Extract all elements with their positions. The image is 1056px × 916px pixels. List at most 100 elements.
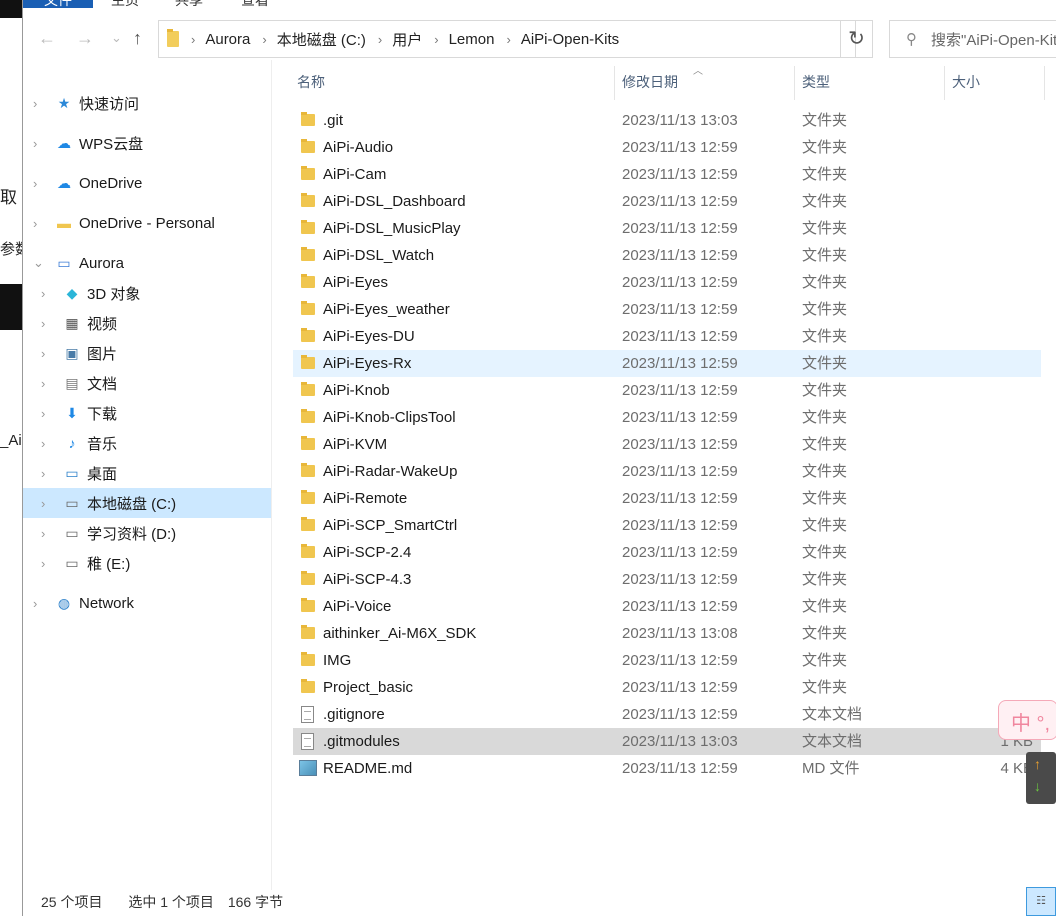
upload-arrow-icon: ↑: [1034, 756, 1041, 772]
breadcrumb-users[interactable]: 用户: [392, 29, 422, 50]
chevron-right-icon[interactable]: ›: [41, 346, 45, 361]
chevron-right-icon[interactable]: ›: [41, 496, 45, 511]
file-type: 文件夹: [802, 139, 848, 156]
sidebar-item[interactable]: › ▭ 桌面: [23, 458, 271, 488]
file-row[interactable]: AiPi-Audio 2023/11/13 12:59 文件夹: [293, 134, 1041, 161]
sidebar-item[interactable]: › ▣ 图片: [23, 338, 271, 368]
chevron-right-icon[interactable]: ›: [33, 216, 37, 231]
chevron-down-icon[interactable]: ⌄: [33, 255, 44, 271]
file-row[interactable]: AiPi-Remote 2023/11/13 12:59 文件夹: [293, 485, 1041, 512]
sidebar-item[interactable]: › ◆ 3D 对象: [23, 278, 271, 308]
breadcrumb-aurora[interactable]: Aurora: [205, 31, 250, 48]
sidebar-item[interactable]: › ▦ 视频: [23, 308, 271, 338]
ime-indicator[interactable]: 中 °,: [998, 700, 1056, 740]
file-date: 2023/11/13 12:59: [622, 436, 738, 453]
file-row[interactable]: .git 2023/11/13 13:03 文件夹: [293, 107, 1041, 134]
file-type: 文件夹: [802, 571, 848, 588]
chevron-right-icon[interactable]: ›: [41, 316, 45, 331]
sidebar-item[interactable]: › ▭ 学习资料 (D:): [23, 518, 271, 548]
file-row[interactable]: AiPi-DSL_Dashboard 2023/11/13 12:59 文件夹: [293, 188, 1041, 215]
sidebar-item-label: 3D 对象: [87, 285, 141, 303]
sidebar-item[interactable]: › ▭ 本地磁盘 (C:): [23, 488, 271, 518]
file-date: 2023/11/13 12:59: [622, 193, 738, 210]
file-row[interactable]: AiPi-DSL_MusicPlay 2023/11/13 12:59 文件夹: [293, 215, 1041, 242]
chevron-right-icon[interactable]: ›: [41, 466, 45, 481]
sidebar-item[interactable]: › ★ 快速访问: [23, 88, 271, 118]
file-row[interactable]: AiPi-SCP-4.3 2023/11/13 12:59 文件夹: [293, 566, 1041, 593]
file-date: 2023/11/13 12:59: [622, 328, 738, 345]
folder-icon: [301, 274, 315, 288]
file-row[interactable]: AiPi-DSL_Watch 2023/11/13 12:59 文件夹: [293, 242, 1041, 269]
file-row[interactable]: AiPi-KVM 2023/11/13 12:59 文件夹: [293, 431, 1041, 458]
file-row[interactable]: aithinker_Ai-M6X_SDK 2023/11/13 13:08 文件…: [293, 620, 1041, 647]
file-type: 文件夹: [802, 328, 848, 345]
file-row[interactable]: AiPi-Knob 2023/11/13 12:59 文件夹: [293, 377, 1041, 404]
details-view-icon[interactable]: ☷: [1026, 887, 1056, 916]
file-row[interactable]: AiPi-Eyes_weather 2023/11/13 12:59 文件夹: [293, 296, 1041, 323]
chevron-right-icon[interactable]: ›: [41, 556, 45, 571]
sidebar-item-label: 稚 (E:): [87, 555, 131, 573]
file-row[interactable]: AiPi-Radar-WakeUp 2023/11/13 12:59 文件夹: [293, 458, 1041, 485]
breadcrumb-lemon[interactable]: Lemon: [449, 31, 495, 48]
chevron-right-icon[interactable]: ›: [33, 596, 37, 611]
tab-view[interactable]: 查看: [241, 0, 269, 8]
text-file-icon: [301, 706, 314, 723]
file-row[interactable]: AiPi-Eyes 2023/11/13 12:59 文件夹: [293, 269, 1041, 296]
file-name: .gitmodules: [323, 733, 400, 750]
sidebar-item[interactable]: › ☁ WPS云盘: [23, 128, 271, 158]
column-header-size[interactable]: 大小: [945, 66, 1045, 100]
sidebar-item[interactable]: › ◍ Network: [23, 588, 271, 618]
file-row[interactable]: AiPi-Voice 2023/11/13 12:59 文件夹: [293, 593, 1041, 620]
back-arrow-icon[interactable]: ←: [38, 28, 56, 49]
cloud-icon: ☁: [57, 134, 71, 151]
search-input[interactable]: ⚲ 搜索"AiPi-Open-Kits": [889, 20, 1056, 58]
file-row[interactable]: AiPi-SCP_SmartCtrl 2023/11/13 12:59 文件夹: [293, 512, 1041, 539]
address-bar[interactable]: › Aurora › 本地磁盘 (C:) › 用户 › Lemon › AiPi-Open…: [158, 20, 856, 58]
file-row[interactable]: .gitignore 2023/11/13 12:59 文本文档: [293, 701, 1041, 728]
document-icon: ▤: [65, 374, 79, 391]
sidebar-item[interactable]: › ☁ OneDrive: [23, 168, 271, 198]
file-row[interactable]: AiPi-Eyes-Rx 2023/11/13 12:59 文件夹: [293, 350, 1041, 377]
file-row[interactable]: AiPi-Knob-ClipsTool 2023/11/13 12:59 文件夹: [293, 404, 1041, 431]
column-header-type[interactable]: 类型: [795, 66, 945, 100]
forward-arrow-icon[interactable]: →: [76, 28, 94, 49]
file-row[interactable]: AiPi-SCP-2.4 2023/11/13 12:59 文件夹: [293, 539, 1041, 566]
tab-share[interactable]: 共享: [175, 0, 203, 8]
chevron-right-icon[interactable]: ›: [41, 376, 45, 391]
selection-count: 选中 1 个项目: [128, 894, 214, 910]
file-row[interactable]: AiPi-Eyes-DU 2023/11/13 12:59 文件夹: [293, 323, 1041, 350]
file-row[interactable]: Project_basic 2023/11/13 12:59 文件夹: [293, 674, 1041, 701]
file-row[interactable]: .gitmodules 2023/11/13 13:03 文本文档 1 KB: [293, 728, 1041, 755]
column-header-date[interactable]: 修改日期: [615, 66, 795, 100]
file-row[interactable]: AiPi-Cam 2023/11/13 12:59 文件夹: [293, 161, 1041, 188]
file-name: Project_basic: [323, 679, 414, 696]
file-row[interactable]: IMG 2023/11/13 12:59 文件夹: [293, 647, 1041, 674]
chevron-right-icon[interactable]: ›: [33, 176, 37, 191]
breadcrumb-aipi-open-kits[interactable]: AiPi-Open-Kits: [521, 31, 619, 48]
chevron-right-icon[interactable]: ›: [41, 406, 45, 421]
chevron-right-icon[interactable]: ›: [33, 96, 37, 111]
chevron-right-icon[interactable]: ›: [41, 436, 45, 451]
folder-icon: [301, 598, 315, 612]
sidebar-item[interactable]: ⌄ ▭ Aurora: [23, 248, 271, 278]
pane-divider[interactable]: [271, 60, 272, 890]
recent-locations-icon[interactable]: ⌄: [111, 30, 122, 46]
chevron-right-icon[interactable]: ›: [41, 286, 45, 301]
column-header-name[interactable]: 名称: [273, 66, 615, 100]
up-arrow-icon[interactable]: ↑: [133, 28, 142, 49]
bg-text: 取: [0, 188, 17, 207]
folder-icon: [301, 193, 315, 207]
sidebar-item[interactable]: › ⬇ 下载: [23, 398, 271, 428]
sidebar-item[interactable]: › ▬ OneDrive - Personal: [23, 208, 271, 238]
breadcrumb-c-drive[interactable]: 本地磁盘 (C:): [277, 29, 366, 50]
chevron-right-icon[interactable]: ›: [33, 136, 37, 151]
tab-home[interactable]: 主页: [111, 0, 139, 8]
file-row[interactable]: README.md 2023/11/13 12:59 MD 文件 4 KB: [293, 755, 1041, 782]
sidebar-item[interactable]: › ♪ 音乐: [23, 428, 271, 458]
chevron-right-icon[interactable]: ›: [41, 526, 45, 541]
ribbon-tabs: 文件 主页 共享 查看: [23, 0, 1056, 8]
sidebar-item[interactable]: › ▤ 文档: [23, 368, 271, 398]
refresh-icon[interactable]: ↻: [840, 20, 873, 58]
sidebar-item[interactable]: › ▭ 稚 (E:): [23, 548, 271, 578]
tab-file[interactable]: 文件: [23, 0, 93, 8]
